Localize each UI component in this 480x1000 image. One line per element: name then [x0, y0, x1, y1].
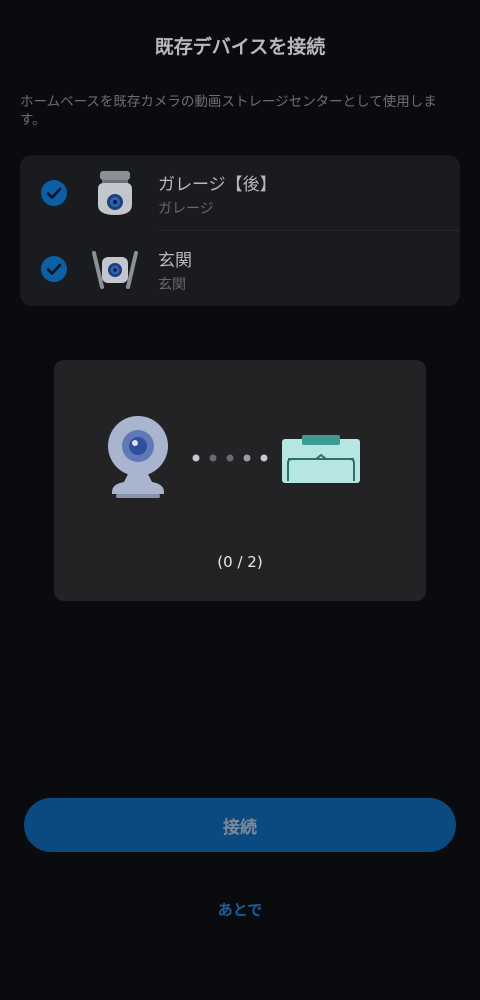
- connection-panel: (0 / 2): [54, 360, 426, 601]
- progress-dots: [192, 454, 268, 462]
- progress-count: (0 / 2): [217, 553, 263, 571]
- page-title: 既存デバイスを接続: [154, 36, 326, 58]
- connect-button[interactable]: 接続: [24, 798, 456, 852]
- checkmark-icon[interactable]: [41, 256, 67, 282]
- device-name: 玄関: [158, 251, 192, 271]
- device-row-entrance[interactable]: 玄関 玄関: [20, 231, 460, 306]
- checkmark-icon[interactable]: [41, 180, 67, 206]
- device-list: ガレージ【後】 ガレージ 玄関 玄関: [20, 155, 460, 306]
- homebase-icon: [282, 435, 360, 483]
- pan-tilt-camera-icon: [98, 171, 132, 215]
- later-link[interactable]: あとで: [0, 899, 480, 920]
- device-row-garage[interactable]: ガレージ【後】 ガレージ: [20, 155, 460, 230]
- device-location: ガレージ: [158, 201, 214, 217]
- wall-camera-icon: [92, 251, 138, 289]
- device-name: ガレージ【後】: [158, 175, 277, 195]
- description-text: ホームベースを既存カメラの動画ストレージセンターとして使用します。: [20, 94, 437, 128]
- webcam-icon: [108, 416, 168, 498]
- device-location: 玄関: [158, 277, 186, 293]
